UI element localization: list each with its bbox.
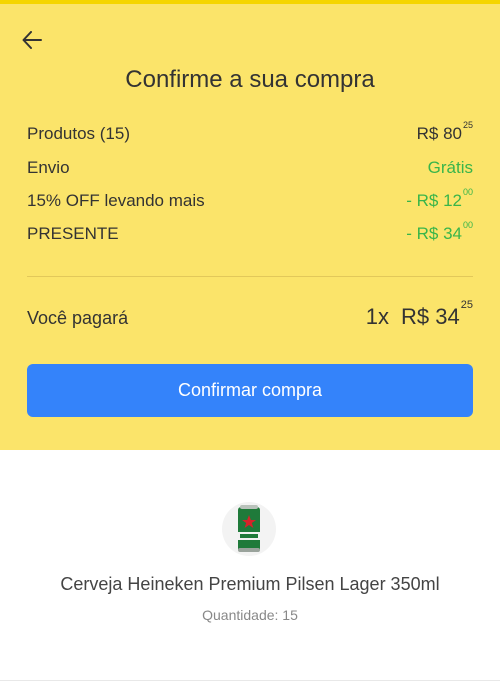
summary-value: - R$ 1200 <box>406 187 473 210</box>
back-button[interactable] <box>18 26 46 54</box>
total-label: Você pagará <box>27 308 129 328</box>
installments: 1x <box>365 304 390 329</box>
total-row: Você pagará 1x R$ 3425 <box>27 298 473 330</box>
product-image <box>222 502 276 556</box>
summary-row-discount: 15% OFF levando mais - R$ 1200 <box>27 187 473 211</box>
summary-value: - R$ 3400 <box>406 220 473 243</box>
divider <box>27 276 473 277</box>
divider <box>0 680 500 681</box>
product-quantity: Quantidade: 15 <box>202 607 298 623</box>
summary-label: 15% OFF levando mais <box>27 191 205 210</box>
summary-row-shipping: Envio Grátis <box>27 158 473 178</box>
total-amount: 1x R$ 3425 <box>365 298 473 329</box>
summary-row-products: Produtos (15) R$ 8025 <box>27 120 473 144</box>
summary-panel: Confirme a sua compra Produtos (15) R$ 8… <box>0 4 500 450</box>
summary-value: R$ 8025 <box>416 120 473 143</box>
beer-can-icon <box>238 505 260 552</box>
arrow-left-icon <box>22 31 42 49</box>
page-title: Confirme a sua compra <box>125 66 375 93</box>
product-name: Cerveja Heineken Premium Pilsen Lager 35… <box>60 574 440 594</box>
summary-value-free: Grátis <box>427 158 473 177</box>
summary-label: PRESENTE <box>27 224 119 243</box>
summary-row-gift: PRESENTE - R$ 3400 <box>27 220 473 244</box>
confirm-purchase-button[interactable]: Confirmar compra <box>27 364 473 417</box>
summary-label: Envio <box>27 158 70 177</box>
summary-label: Produtos (15) <box>27 124 130 143</box>
